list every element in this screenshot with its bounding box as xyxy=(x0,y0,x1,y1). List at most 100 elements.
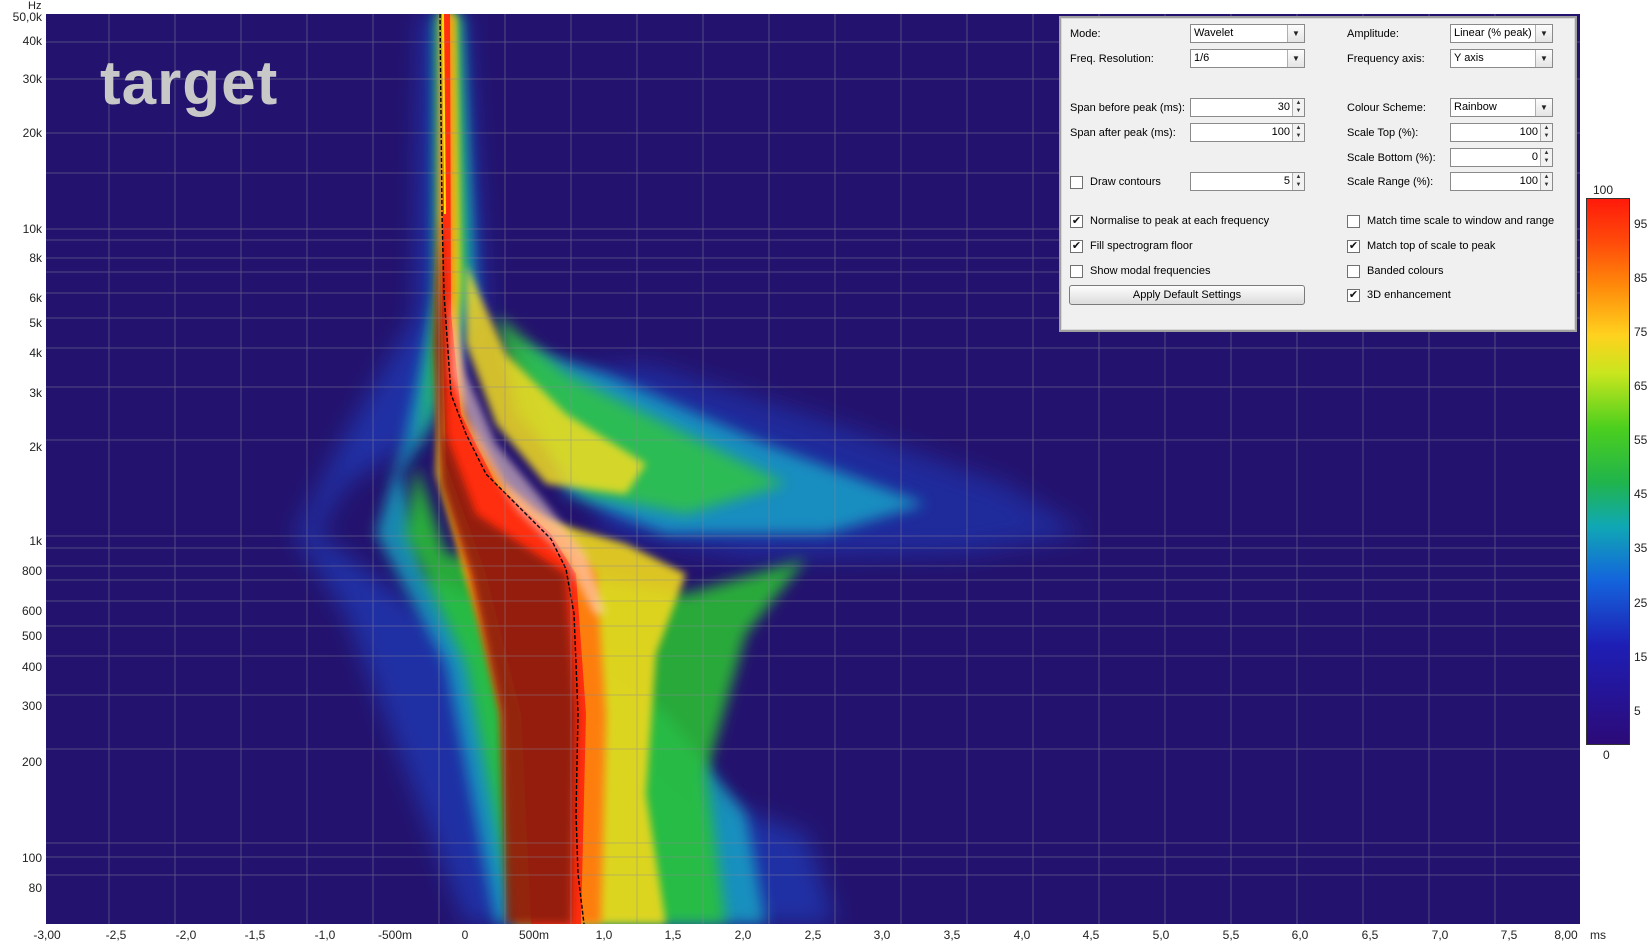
draw-contours-checkbox[interactable] xyxy=(1070,176,1083,189)
span-before-label: Span before peak (ms): xyxy=(1070,102,1185,114)
y-tick: 30k xyxy=(22,72,42,86)
amplitude-select-value: Linear (% peak) xyxy=(1454,27,1532,39)
normalise-checkbox[interactable]: ✔ xyxy=(1070,215,1083,228)
colorbar-tick: 5 xyxy=(1634,704,1641,718)
match-top-checkbox[interactable]: ✔ xyxy=(1347,240,1360,253)
y-tick: 500 xyxy=(21,629,42,643)
mode-select[interactable]: Wavelet ▼ xyxy=(1190,24,1305,43)
draw-contours-label: Draw contours xyxy=(1090,176,1161,188)
chevron-down-icon: ▼ xyxy=(1287,25,1304,42)
x-tick: 8,00 xyxy=(1554,928,1578,942)
x-tick: 7,5 xyxy=(1500,928,1518,942)
colour-scheme-label: Colour Scheme: xyxy=(1347,102,1426,114)
y-tick: 400 xyxy=(21,660,42,674)
chevron-down-icon: ▼ xyxy=(1287,50,1304,67)
x-tick: 4,0 xyxy=(1013,928,1031,942)
scale-range-input[interactable]: 100 ▲ ▼ xyxy=(1450,172,1553,191)
colorbar-bottom-label: 0 xyxy=(1603,748,1610,762)
colorbar-tick: 95 xyxy=(1634,217,1648,231)
y-tick: 1k xyxy=(29,534,42,548)
freq-axis-label: Frequency axis: xyxy=(1347,53,1425,65)
span-after-label: Span after peak (ms): xyxy=(1070,127,1176,139)
freq-axis-select[interactable]: Y axis ▼ xyxy=(1450,49,1553,68)
chevron-down-icon: ▼ xyxy=(1535,50,1552,67)
x-tick: 7,0 xyxy=(1431,928,1449,942)
span-before-value: 30 xyxy=(1277,101,1290,113)
banded-colours-checkbox[interactable] xyxy=(1347,265,1360,278)
amplitude-label: Amplitude: xyxy=(1347,28,1399,40)
x-tick: 6,5 xyxy=(1361,928,1379,942)
fill-floor-label: Fill spectrogram floor xyxy=(1090,240,1193,252)
scale-bottom-label: Scale Bottom (%): xyxy=(1347,152,1436,164)
span-after-input[interactable]: 100 ▲ ▼ xyxy=(1190,123,1305,142)
x-tick: -500m xyxy=(377,928,413,942)
span-before-input[interactable]: 30 ▲ ▼ xyxy=(1190,98,1305,117)
3d-enhancement-checkbox[interactable]: ✔ xyxy=(1347,289,1360,302)
x-tick: -2,0 xyxy=(175,928,197,942)
amplitude-select[interactable]: Linear (% peak) ▼ xyxy=(1450,24,1553,43)
colour-scheme-select[interactable]: Rainbow ▼ xyxy=(1450,98,1553,117)
match-time-label: Match time scale to window and range xyxy=(1367,215,1555,227)
y-tick: 600 xyxy=(21,604,42,618)
x-tick: -3,00 xyxy=(33,928,61,942)
freq-res-select[interactable]: 1/6 ▼ xyxy=(1190,49,1305,68)
scale-bottom-value: 0 xyxy=(1531,151,1538,163)
x-tick: 0 xyxy=(461,928,469,942)
y-tick: 3k xyxy=(29,386,42,400)
spinner-arrows-icon[interactable]: ▲ ▼ xyxy=(1540,124,1552,141)
mode-label: Mode: xyxy=(1070,28,1101,40)
x-tick: 5,5 xyxy=(1222,928,1240,942)
contours-input[interactable]: 5 ▲ ▼ xyxy=(1190,172,1305,191)
y-tick: 6k xyxy=(29,291,42,305)
normalise-label: Normalise to peak at each frequency xyxy=(1090,215,1270,227)
mode-select-value: Wavelet xyxy=(1194,27,1234,39)
x-tick: -1,5 xyxy=(244,928,266,942)
match-time-checkbox[interactable] xyxy=(1347,215,1360,228)
chart-label: target xyxy=(100,49,279,118)
freq-res-label: Freq. Resolution: xyxy=(1070,53,1154,65)
y-tick: 80 xyxy=(28,881,42,895)
y-tick: 2k xyxy=(29,440,42,454)
x-tick: 1,5 xyxy=(664,928,682,942)
colorbar-tick: 25 xyxy=(1634,596,1648,610)
scale-range-value: 100 xyxy=(1519,175,1538,187)
spinner-arrows-icon[interactable]: ▲ ▼ xyxy=(1540,173,1552,190)
x-tick: 4,5 xyxy=(1082,928,1100,942)
x-tick: 2,0 xyxy=(734,928,752,942)
scale-top-value: 100 xyxy=(1519,126,1538,138)
y-tick: 20k xyxy=(22,126,42,140)
spinner-arrows-icon[interactable]: ▲ ▼ xyxy=(1540,149,1552,166)
scale-bottom-input[interactable]: 0 ▲ ▼ xyxy=(1450,148,1553,167)
colour-scheme-select-value: Rainbow xyxy=(1454,101,1497,113)
x-tick: 5,0 xyxy=(1152,928,1170,942)
freq-res-select-value: 1/6 xyxy=(1194,52,1210,64)
spinner-arrows-icon[interactable]: ▲ ▼ xyxy=(1292,124,1304,141)
colorbar-tick: 45 xyxy=(1634,487,1648,501)
y-tick: 300 xyxy=(21,699,42,713)
fill-floor-checkbox[interactable]: ✔ xyxy=(1070,240,1083,253)
x-tick: 3,0 xyxy=(873,928,891,942)
banded-colours-label: Banded colours xyxy=(1367,265,1444,277)
colorbar-top-label: 100 xyxy=(1593,183,1614,197)
span-after-value: 100 xyxy=(1271,126,1290,138)
contours-value: 5 xyxy=(1283,175,1290,187)
spectrogram-settings-panel: Mode: Wavelet ▼ Freq. Resolution: 1/6 ▼ … xyxy=(1059,16,1577,332)
scale-range-label: Scale Range (%): xyxy=(1347,176,1434,188)
y-tick: 200 xyxy=(21,755,42,769)
freq-axis-select-value: Y axis xyxy=(1454,52,1484,64)
x-tick: -1,0 xyxy=(314,928,336,942)
apply-default-settings-button[interactable]: Apply Default Settings xyxy=(1069,285,1305,305)
spinner-arrows-icon[interactable]: ▲ ▼ xyxy=(1292,173,1304,190)
y-tick: 40k xyxy=(22,34,42,48)
show-modal-checkbox[interactable] xyxy=(1070,265,1083,278)
scale-top-input[interactable]: 100 ▲ ▼ xyxy=(1450,123,1553,142)
spinner-arrows-icon[interactable]: ▲ ▼ xyxy=(1292,99,1304,116)
x-axis-unit: ms xyxy=(1590,928,1606,942)
y-tick: 800 xyxy=(21,564,42,578)
chevron-down-icon: ▼ xyxy=(1535,99,1552,116)
show-modal-label: Show modal frequencies xyxy=(1090,265,1211,277)
x-tick: 2,5 xyxy=(804,928,822,942)
x-tick: 3,5 xyxy=(943,928,961,942)
colorbar-tick: 85 xyxy=(1634,271,1648,285)
colorbar-tick: 75 xyxy=(1634,325,1648,339)
